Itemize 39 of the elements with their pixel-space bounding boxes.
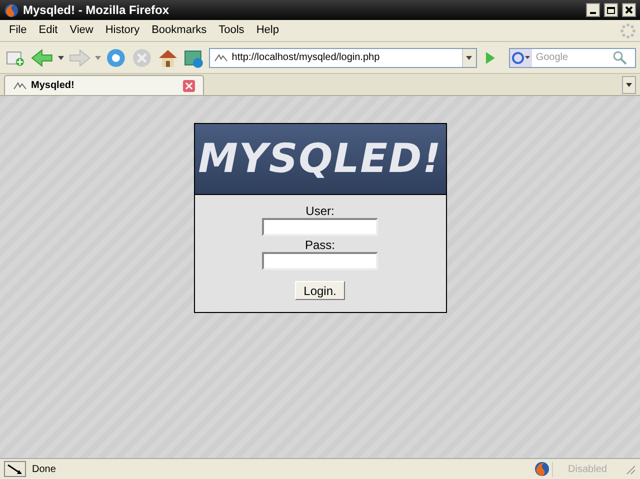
close-button[interactable]: [622, 3, 636, 17]
user-label: User:: [306, 204, 334, 218]
menu-item[interactable]: Help: [251, 22, 284, 39]
caret-icon: [626, 83, 632, 87]
page-icon: [13, 80, 27, 90]
minimize-button[interactable]: [586, 3, 600, 17]
menu-item[interactable]: View: [64, 22, 98, 39]
addon-status: Disabled: [552, 462, 622, 476]
status-text: Done: [31, 462, 57, 476]
menu-item[interactable]: History: [100, 22, 145, 39]
browser-logo-icon: [4, 2, 19, 18]
menu-item[interactable]: Bookmarks: [146, 22, 212, 39]
pass-label: Pass:: [304, 238, 335, 252]
login-button[interactable]: Login.: [294, 281, 346, 300]
throbber-icon: [620, 22, 636, 38]
search-field[interactable]: Google: [532, 50, 612, 65]
search-icon[interactable]: [612, 50, 628, 66]
search-bar[interactable]: Google: [508, 48, 636, 68]
window-title: Mysqled! - Mozilla Firefox: [23, 2, 170, 19]
menu-item[interactable]: Edit: [34, 22, 63, 39]
page-icon: [214, 52, 228, 62]
pass-field[interactable]: [262, 252, 378, 270]
dropdown-button[interactable]: [462, 48, 476, 66]
browser-tab[interactable]: Mysqled!: [4, 75, 204, 95]
connection-icon: [4, 461, 26, 477]
user-field[interactable]: [262, 218, 378, 236]
close-icon: [625, 6, 633, 14]
caret-icon: [466, 56, 472, 60]
close-icon[interactable]: [183, 80, 195, 92]
address-bar[interactable]: http://localhost/mysqled/login.php: [208, 48, 477, 68]
tab-label: Mysqled!: [31, 79, 76, 93]
menu-item[interactable]: File: [4, 22, 32, 39]
logo-text: MYSQLED!: [198, 135, 442, 184]
menu-item[interactable]: Tools: [214, 22, 250, 39]
address-text: http://localhost/mysqled/login.php: [232, 51, 381, 65]
resize-grip-icon: [624, 463, 636, 475]
maximize-button[interactable]: [604, 3, 618, 17]
caret-icon[interactable]: [58, 56, 64, 60]
tab-list-button[interactable]: [622, 76, 636, 94]
